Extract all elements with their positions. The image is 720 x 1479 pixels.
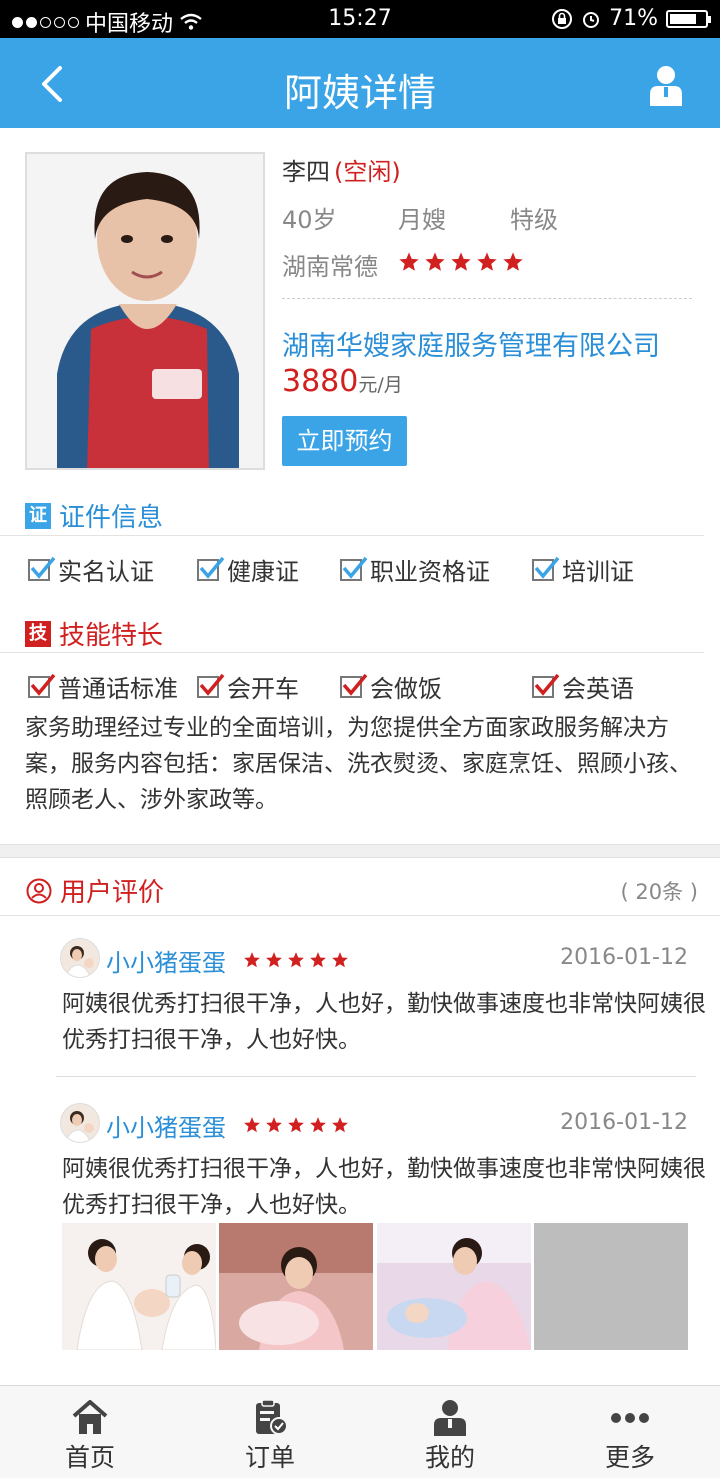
nanny-name: 李四: [282, 158, 330, 186]
user-icon: [434, 1400, 466, 1436]
divider: [0, 652, 704, 653]
section-separator: [0, 844, 720, 858]
red-check-icon: [197, 673, 225, 698]
battery-percent: 71%: [609, 6, 658, 31]
blue-check-icon: [28, 556, 56, 581]
tab-home[interactable]: 首页: [0, 1386, 180, 1479]
red-check-icon: [340, 673, 368, 698]
page-title: 阿姨详情: [283, 71, 436, 115]
certificate-icon: 证: [25, 502, 51, 529]
avatar: [60, 1103, 100, 1143]
tab-mine[interactable]: 我的: [360, 1386, 540, 1479]
clipboard-icon: [256, 1399, 288, 1435]
star-icon: [288, 1117, 304, 1133]
skill-item: 会英语: [532, 669, 634, 704]
red-check-icon: [28, 673, 56, 698]
cert-item: 健康证: [197, 552, 299, 587]
age-label: 40岁: [282, 206, 337, 234]
rating-stars: [398, 251, 524, 273]
tab-label: 我的: [424, 1443, 475, 1472]
review-count[interactable]: ( 20条 ): [621, 876, 698, 906]
review-date: 2016-01-12: [560, 945, 688, 970]
book-now-button[interactable]: 立即预约: [282, 416, 407, 466]
rotation-lock-icon: [552, 8, 573, 29]
status-bar: 中国移动 15:27 71%: [0, 0, 720, 38]
red-check-icon: [532, 673, 560, 698]
blue-check-icon: [197, 556, 225, 581]
tab-label: 首页: [64, 1443, 115, 1472]
review-text: 阿姨很优秀打扫很干净，人也好，勤快做事速度也非常快阿姨很优秀打扫很干净，人也好快…: [62, 991, 706, 1053]
review-rating-stars: [243, 1116, 349, 1134]
reviews-title: 用户评价: [60, 878, 165, 908]
skill-item: 普通话标准: [28, 669, 178, 704]
location-label: 湖南常德: [282, 253, 378, 281]
blue-check-icon: [340, 556, 368, 581]
cert-item: 职业资格证: [340, 552, 490, 587]
star-icon: [451, 252, 471, 271]
alarm-icon: [583, 11, 600, 28]
star-icon: [332, 952, 348, 968]
price-value: 3880: [282, 364, 359, 399]
status-badge: (空闲): [334, 158, 401, 186]
star-icon: [477, 252, 497, 271]
user-circle-icon: [26, 878, 52, 903]
star-icon: [266, 952, 282, 968]
nanny-name-row: 李四 (空闲): [282, 152, 401, 187]
reviewer-name: 小小猪蛋蛋: [106, 1114, 226, 1142]
tab-label: 更多: [604, 1443, 655, 1472]
skill-item: 会开车: [197, 669, 299, 704]
nanny-photo: [25, 152, 265, 470]
blue-check-icon: [532, 556, 560, 581]
certificates-title: 证件信息: [59, 503, 164, 533]
skills-description: 家务助理经过专业的全面培训，为您提供全方面家政服务解决方案，服务内容包括：家居保…: [25, 715, 692, 813]
tab-more[interactable]: 更多: [540, 1386, 720, 1479]
price: 3880元/月: [282, 364, 403, 399]
avatar: [60, 938, 100, 978]
star-icon: [310, 952, 326, 968]
review-rating-stars: [243, 951, 349, 969]
skills-header: 技 技能特长: [25, 615, 163, 652]
skill-icon: 技: [25, 620, 51, 647]
review-photo[interactable]: [62, 1223, 216, 1350]
star-icon: [244, 1117, 260, 1133]
cert-item: 培训证: [532, 552, 634, 587]
review-photo[interactable]: [219, 1223, 373, 1350]
skills-title: 技能特长: [59, 621, 164, 651]
more-dots-icon: [611, 1413, 649, 1423]
role-label: 月嫂: [398, 206, 446, 234]
reviewer-name: 小小猪蛋蛋: [106, 949, 226, 977]
cert-item: 实名认证: [28, 552, 154, 587]
reviews-header: 用户评价: [26, 872, 164, 909]
star-icon: [288, 952, 304, 968]
user-icon[interactable]: [646, 64, 686, 106]
tab-label: 订单: [244, 1443, 295, 1472]
tab-orders[interactable]: 订单: [180, 1386, 360, 1479]
divider: [0, 535, 704, 536]
skill-item: 会做饭: [340, 669, 442, 704]
star-icon: [399, 252, 419, 271]
star-icon: [266, 1117, 282, 1133]
star-icon: [503, 252, 523, 271]
battery-icon: [666, 9, 711, 28]
star-icon: [310, 1117, 326, 1133]
nav-bar: 阿姨详情: [0, 38, 720, 128]
review-photo-placeholder[interactable]: [534, 1223, 688, 1350]
review-text: 阿姨很优秀打扫很干净，人也好，勤快做事速度也非常快阿姨很优秀打扫很干净，人也好快…: [62, 1156, 706, 1218]
star-icon: [332, 1117, 348, 1133]
company-link[interactable]: 湖南华嫂家庭服务管理有限公司: [282, 324, 660, 363]
divider: [282, 298, 692, 299]
home-icon: [72, 1400, 108, 1434]
tab-bar: 首页 订单 我的 更多: [0, 1385, 720, 1478]
certificates-header: 证 证件信息: [25, 497, 163, 534]
price-unit: 元/月: [358, 374, 403, 396]
divider: [56, 1076, 696, 1077]
star-icon: [244, 952, 260, 968]
divider: [0, 915, 720, 916]
star-icon: [425, 252, 445, 271]
review-photo[interactable]: [377, 1223, 531, 1350]
level-label: 特级: [510, 206, 558, 234]
review-date: 2016-01-12: [560, 1110, 688, 1135]
